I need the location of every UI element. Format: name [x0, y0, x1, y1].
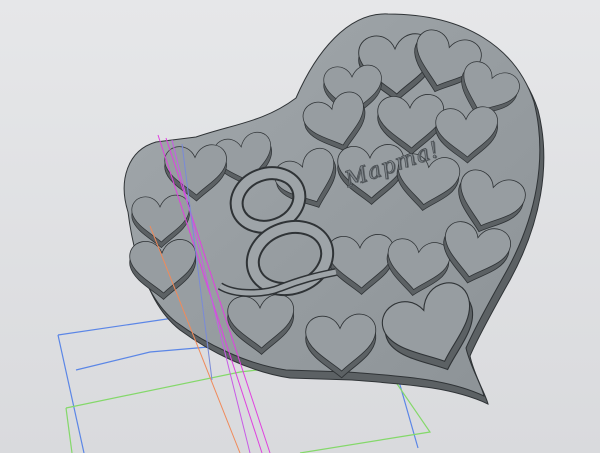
cad-viewport[interactable]: Марта!	[0, 0, 600, 453]
model-canvas[interactable]	[0, 0, 600, 453]
